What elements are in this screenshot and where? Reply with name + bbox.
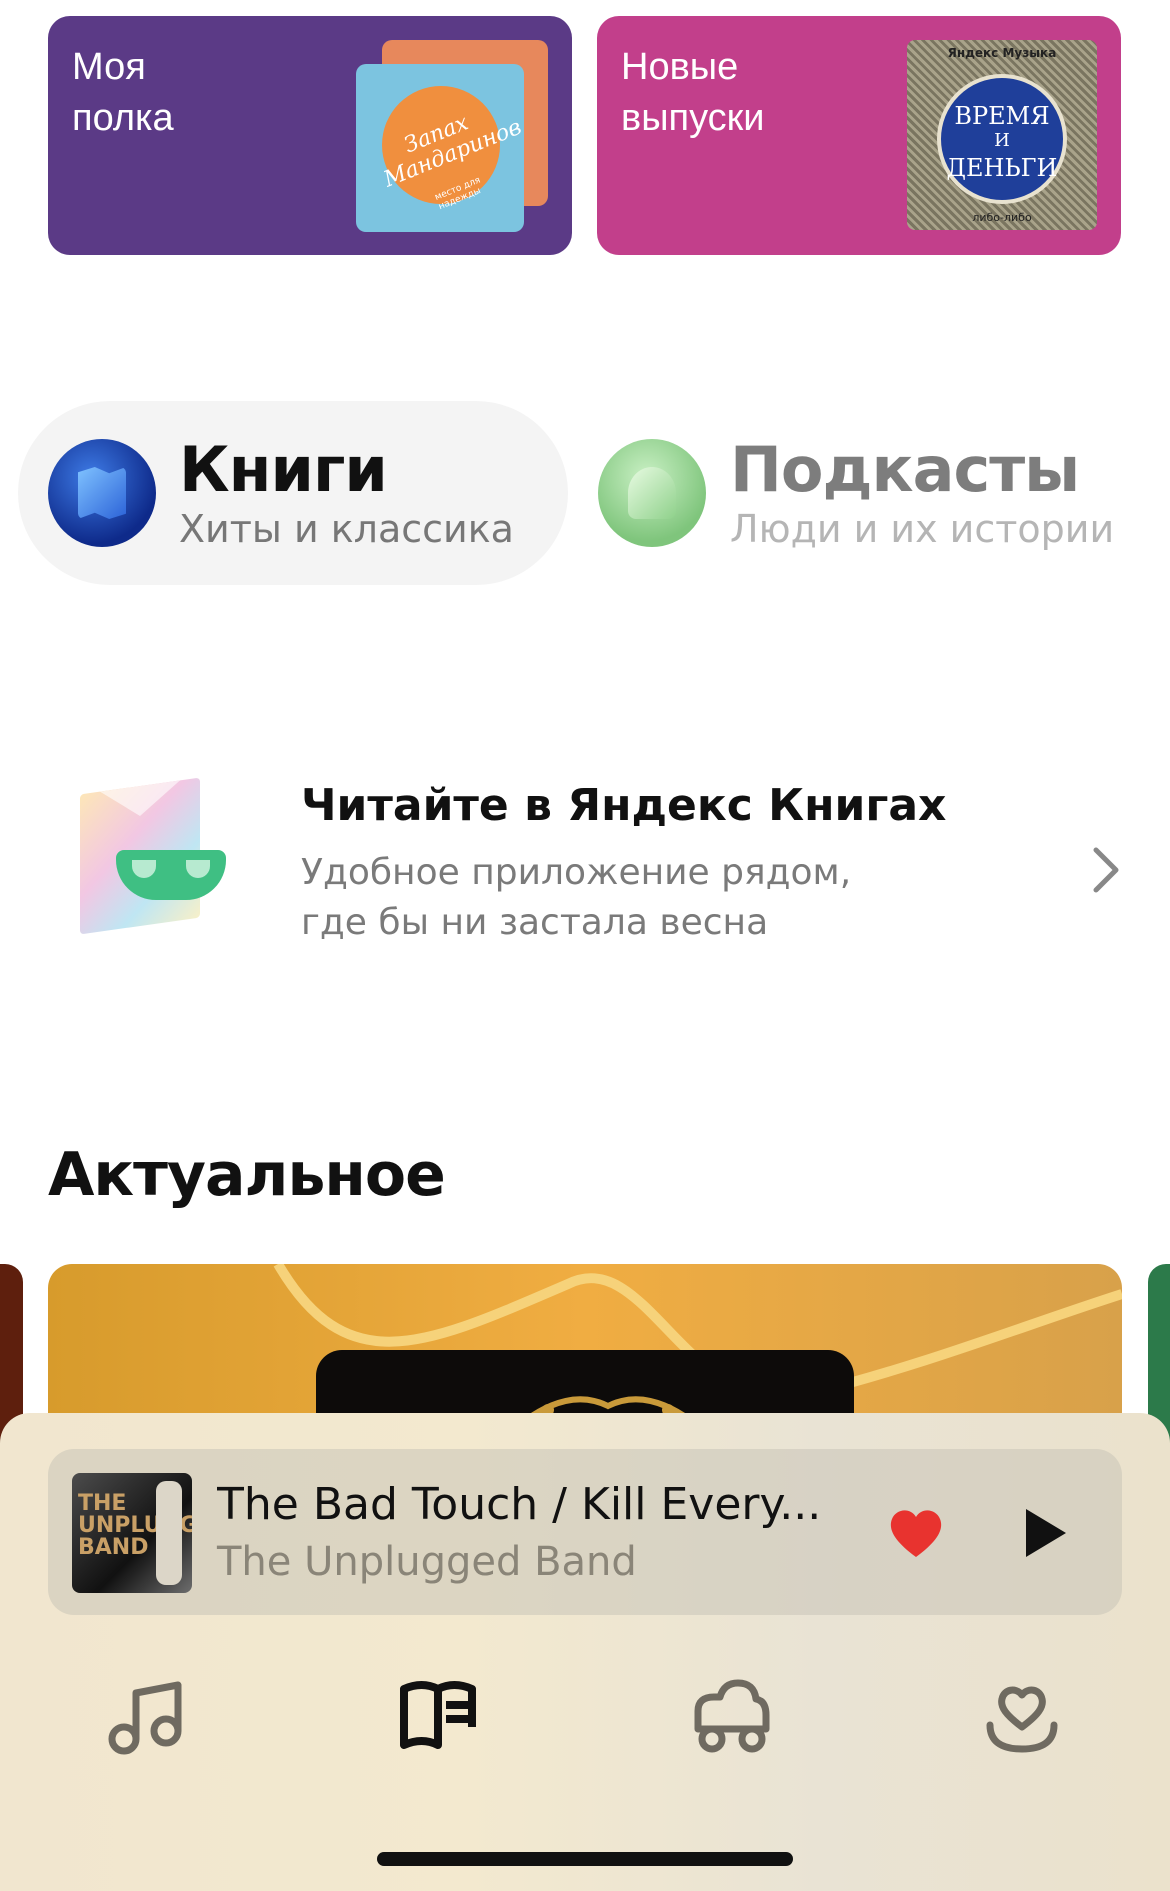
kids-car-icon	[694, 1679, 770, 1753]
section-title: Актуальное	[48, 1140, 446, 1210]
nav-music[interactable]	[96, 1667, 196, 1767]
cover-line-1: ВРЕМЯ	[954, 102, 1050, 130]
tab-books-subtitle: Хиты и классика	[179, 507, 514, 551]
chevron-right-icon[interactable]	[1086, 840, 1126, 900]
shelf-cover-art: Запах Мандаринов место для надежды	[356, 64, 524, 232]
track-cover-text: THE UNPLUGGED BAND	[78, 1491, 192, 1560]
tab-books-title: Книги	[179, 433, 388, 506]
banner-subtitle: Удобное приложение рядом, где бы ни заст…	[301, 852, 852, 943]
track-artist: The Unplugged Band	[217, 1539, 637, 1585]
track-title: The Bad Touch / Kill Every...	[217, 1479, 822, 1530]
tab-podcasts[interactable]: Подкасты Люди и их истории	[596, 401, 1156, 585]
books-icon	[48, 439, 156, 547]
nav-kids[interactable]	[680, 1667, 780, 1767]
like-button[interactable]	[886, 1503, 946, 1563]
cover-brand: Яндекс Музыка	[947, 46, 1057, 60]
play-icon	[1026, 1509, 1066, 1557]
tab-podcasts-subtitle: Люди и их истории	[730, 507, 1115, 551]
home-indicator	[377, 1852, 793, 1866]
cover-line-2: И	[994, 130, 1010, 151]
nav-collection[interactable]	[972, 1667, 1072, 1767]
play-button[interactable]	[1014, 1501, 1074, 1565]
heart-icon	[890, 1510, 942, 1557]
new-releases-title: Новые выпуски	[621, 46, 765, 139]
track-cover: THE UNPLUGGED BAND	[72, 1473, 192, 1593]
heart-collection-icon	[986, 1686, 1058, 1753]
yandex-books-banner[interactable]: Читайте в Яндекс Книгах Удобное приложен…	[48, 760, 1126, 960]
cover-circle: ВРЕМЯ И ДЕНЬГИ	[937, 74, 1067, 204]
new-releases-card[interactable]: Новые выпуски Яндекс Музыка ВРЕМЯ И ДЕНЬ…	[597, 16, 1121, 255]
cover-foot: либо-либо	[972, 211, 1032, 224]
tab-podcasts-title: Подкасты	[730, 433, 1080, 506]
book-icon	[400, 1681, 476, 1749]
podcasts-icon	[598, 439, 706, 547]
new-releases-cover-art: Яндекс Музыка ВРЕМЯ И ДЕНЬГИ либо-либо	[907, 40, 1097, 230]
mini-player[interactable]: THE UNPLUGGED BAND The Bad Touch / Kill …	[48, 1449, 1122, 1615]
cover-line-3: ДЕНЬГИ	[946, 154, 1058, 182]
yandex-books-logo-icon	[70, 777, 230, 935]
nav-books[interactable]	[388, 1667, 488, 1767]
tab-books[interactable]: Книги Хиты и классика	[18, 401, 568, 585]
my-shelf-title: Моя полка	[72, 46, 174, 139]
music-note-icon	[108, 1681, 182, 1755]
bottom-bar: THE UNPLUGGED BAND The Bad Touch / Kill …	[0, 1413, 1170, 1891]
my-shelf-card[interactable]: Моя полка Запах Мандаринов место для над…	[48, 16, 572, 255]
banner-title: Читайте в Яндекс Книгах	[301, 780, 947, 831]
